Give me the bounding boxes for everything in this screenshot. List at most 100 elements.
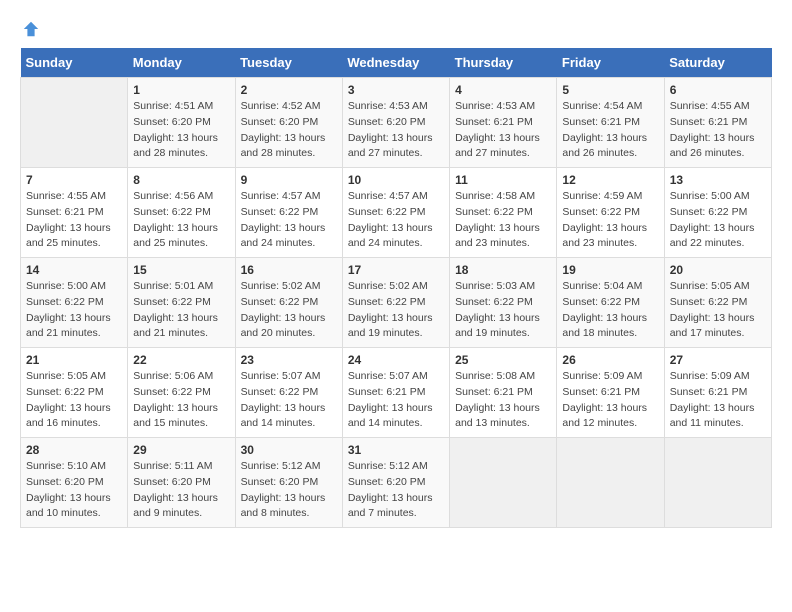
day-info: Sunrise: 5:00 AM Sunset: 6:22 PM Dayligh…	[670, 189, 766, 252]
calendar-cell	[450, 438, 557, 528]
calendar-header-row: SundayMondayTuesdayWednesdayThursdayFrid…	[21, 48, 772, 78]
header-thursday: Thursday	[450, 48, 557, 78]
day-info: Sunrise: 5:12 AM Sunset: 6:20 PM Dayligh…	[348, 459, 444, 522]
day-number: 11	[455, 173, 551, 187]
calendar-cell: 31 Sunrise: 5:12 AM Sunset: 6:20 PM Dayli…	[342, 438, 449, 528]
day-number: 20	[670, 263, 766, 277]
calendar-cell: 5 Sunrise: 4:54 AM Sunset: 6:21 PM Daylig…	[557, 78, 664, 168]
header-wednesday: Wednesday	[342, 48, 449, 78]
day-number: 2	[241, 83, 337, 97]
day-number: 4	[455, 83, 551, 97]
day-info: Sunrise: 5:08 AM Sunset: 6:21 PM Dayligh…	[455, 369, 551, 432]
calendar-cell: 27 Sunrise: 5:09 AM Sunset: 6:21 PM Dayli…	[664, 348, 771, 438]
day-number: 13	[670, 173, 766, 187]
calendar-cell: 2 Sunrise: 4:52 AM Sunset: 6:20 PM Daylig…	[235, 78, 342, 168]
day-number: 26	[562, 353, 658, 367]
day-number: 27	[670, 353, 766, 367]
calendar-cell	[664, 438, 771, 528]
calendar-cell: 19 Sunrise: 5:04 AM Sunset: 6:22 PM Dayli…	[557, 258, 664, 348]
day-info: Sunrise: 5:09 AM Sunset: 6:21 PM Dayligh…	[670, 369, 766, 432]
day-info: Sunrise: 4:53 AM Sunset: 6:20 PM Dayligh…	[348, 99, 444, 162]
calendar-cell: 7 Sunrise: 4:55 AM Sunset: 6:21 PM Daylig…	[21, 168, 128, 258]
day-number: 15	[133, 263, 229, 277]
calendar-cell: 23 Sunrise: 5:07 AM Sunset: 6:22 PM Dayli…	[235, 348, 342, 438]
day-number: 12	[562, 173, 658, 187]
day-info: Sunrise: 5:05 AM Sunset: 6:22 PM Dayligh…	[670, 279, 766, 342]
day-info: Sunrise: 5:01 AM Sunset: 6:22 PM Dayligh…	[133, 279, 229, 342]
calendar-cell: 10 Sunrise: 4:57 AM Sunset: 6:22 PM Dayli…	[342, 168, 449, 258]
calendar-cell	[557, 438, 664, 528]
calendar-cell: 3Sunrise: 4:53 AM Sunset: 6:20 PM Daylig…	[342, 78, 449, 168]
day-info: Sunrise: 4:58 AM Sunset: 6:22 PM Dayligh…	[455, 189, 551, 252]
calendar-cell: 14 Sunrise: 5:00 AM Sunset: 6:22 PM Dayli…	[21, 258, 128, 348]
day-info: Sunrise: 4:52 AM Sunset: 6:20 PM Dayligh…	[241, 99, 337, 162]
day-number: 19	[562, 263, 658, 277]
calendar-cell	[21, 78, 128, 168]
calendar-cell: 18 Sunrise: 5:03 AM Sunset: 6:22 PM Dayli…	[450, 258, 557, 348]
day-number: 1	[133, 83, 229, 97]
day-info: Sunrise: 4:57 AM Sunset: 6:22 PM Dayligh…	[348, 189, 444, 252]
day-info: Sunrise: 4:56 AM Sunset: 6:22 PM Dayligh…	[133, 189, 229, 252]
header-sunday: Sunday	[21, 48, 128, 78]
calendar-cell: 29 Sunrise: 5:11 AM Sunset: 6:20 PM Dayli…	[128, 438, 235, 528]
header-saturday: Saturday	[664, 48, 771, 78]
day-info: Sunrise: 5:03 AM Sunset: 6:22 PM Dayligh…	[455, 279, 551, 342]
day-info: Sunrise: 4:55 AM Sunset: 6:21 PM Dayligh…	[26, 189, 122, 252]
day-number: 14	[26, 263, 122, 277]
day-number: 7	[26, 173, 122, 187]
calendar-week-row: 21 Sunrise: 5:05 AM Sunset: 6:22 PM Dayli…	[21, 348, 772, 438]
day-number: 30	[241, 443, 337, 457]
calendar-cell: 20 Sunrise: 5:05 AM Sunset: 6:22 PM Dayli…	[664, 258, 771, 348]
calendar-cell: 13 Sunrise: 5:00 AM Sunset: 6:22 PM Dayli…	[664, 168, 771, 258]
day-info: Sunrise: 5:00 AM Sunset: 6:22 PM Dayligh…	[26, 279, 122, 342]
day-info: Sunrise: 5:06 AM Sunset: 6:22 PM Dayligh…	[133, 369, 229, 432]
calendar-cell: 6Sunrise: 4:55 AM Sunset: 6:21 PM Daylig…	[664, 78, 771, 168]
day-info: Sunrise: 4:51 AM Sunset: 6:20 PM Dayligh…	[133, 99, 229, 162]
day-info: Sunrise: 4:54 AM Sunset: 6:21 PM Dayligh…	[562, 99, 658, 162]
day-info: Sunrise: 5:09 AM Sunset: 6:21 PM Dayligh…	[562, 369, 658, 432]
calendar-cell: 4Sunrise: 4:53 AM Sunset: 6:21 PM Daylig…	[450, 78, 557, 168]
day-number: 10	[348, 173, 444, 187]
calendar-week-row: 14 Sunrise: 5:00 AM Sunset: 6:22 PM Dayli…	[21, 258, 772, 348]
calendar-cell: 17 Sunrise: 5:02 AM Sunset: 6:22 PM Dayli…	[342, 258, 449, 348]
calendar-cell: 30Sunrise: 5:12 AM Sunset: 6:20 PM Dayli…	[235, 438, 342, 528]
calendar-cell: 24Sunrise: 5:07 AM Sunset: 6:21 PM Dayli…	[342, 348, 449, 438]
day-number: 8	[133, 173, 229, 187]
page-header	[20, 20, 772, 38]
day-info: Sunrise: 5:07 AM Sunset: 6:22 PM Dayligh…	[241, 369, 337, 432]
calendar-week-row: 1 Sunrise: 4:51 AM Sunset: 6:20 PM Daylig…	[21, 78, 772, 168]
day-number: 18	[455, 263, 551, 277]
day-info: Sunrise: 5:07 AM Sunset: 6:21 PM Dayligh…	[348, 369, 444, 432]
calendar-cell: 8 Sunrise: 4:56 AM Sunset: 6:22 PM Daylig…	[128, 168, 235, 258]
day-number: 9	[241, 173, 337, 187]
day-info: Sunrise: 5:11 AM Sunset: 6:20 PM Dayligh…	[133, 459, 229, 522]
day-info: Sunrise: 5:10 AM Sunset: 6:20 PM Dayligh…	[26, 459, 122, 522]
day-number: 28	[26, 443, 122, 457]
day-info: Sunrise: 5:05 AM Sunset: 6:22 PM Dayligh…	[26, 369, 122, 432]
calendar-cell: 21 Sunrise: 5:05 AM Sunset: 6:22 PM Dayli…	[21, 348, 128, 438]
header-monday: Monday	[128, 48, 235, 78]
calendar-cell: 16Sunrise: 5:02 AM Sunset: 6:22 PM Dayli…	[235, 258, 342, 348]
day-number: 21	[26, 353, 122, 367]
logo	[20, 20, 40, 38]
calendar-table: SundayMondayTuesdayWednesdayThursdayFrid…	[20, 48, 772, 528]
day-number: 31	[348, 443, 444, 457]
day-number: 16	[241, 263, 337, 277]
calendar-cell: 9Sunrise: 4:57 AM Sunset: 6:22 PM Daylig…	[235, 168, 342, 258]
day-number: 17	[348, 263, 444, 277]
day-info: Sunrise: 4:55 AM Sunset: 6:21 PM Dayligh…	[670, 99, 766, 162]
calendar-cell: 25 Sunrise: 5:08 AM Sunset: 6:21 PM Dayli…	[450, 348, 557, 438]
header-tuesday: Tuesday	[235, 48, 342, 78]
day-number: 23	[241, 353, 337, 367]
calendar-week-row: 7 Sunrise: 4:55 AM Sunset: 6:21 PM Daylig…	[21, 168, 772, 258]
calendar-cell: 12 Sunrise: 4:59 AM Sunset: 6:22 PM Dayli…	[557, 168, 664, 258]
day-info: Sunrise: 5:04 AM Sunset: 6:22 PM Dayligh…	[562, 279, 658, 342]
day-info: Sunrise: 4:59 AM Sunset: 6:22 PM Dayligh…	[562, 189, 658, 252]
day-info: Sunrise: 5:02 AM Sunset: 6:22 PM Dayligh…	[348, 279, 444, 342]
day-number: 22	[133, 353, 229, 367]
day-number: 25	[455, 353, 551, 367]
day-number: 5	[562, 83, 658, 97]
calendar-cell: 15 Sunrise: 5:01 AM Sunset: 6:22 PM Dayli…	[128, 258, 235, 348]
calendar-cell: 28 Sunrise: 5:10 AM Sunset: 6:20 PM Dayli…	[21, 438, 128, 528]
day-number: 29	[133, 443, 229, 457]
